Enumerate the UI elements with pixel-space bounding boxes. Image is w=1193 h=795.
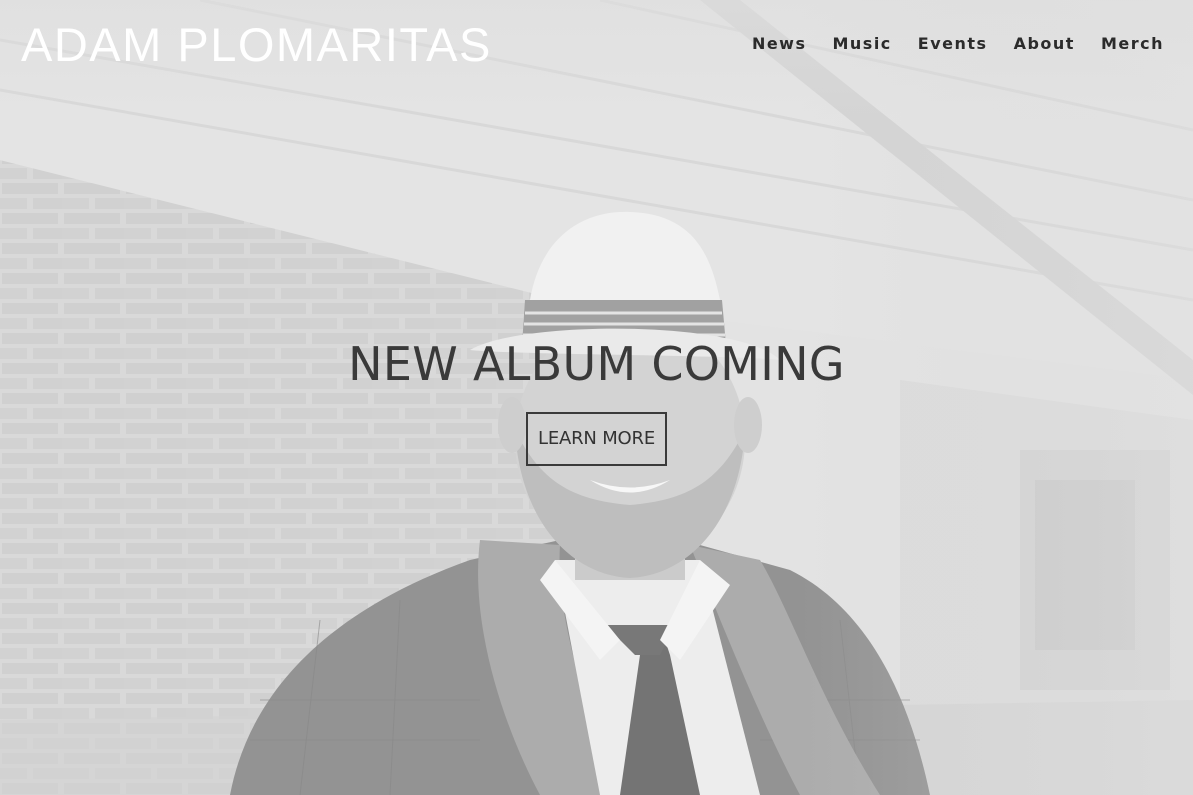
nav-item-about[interactable]: About <box>1014 33 1075 55</box>
nav-item-music[interactable]: Music <box>832 33 891 55</box>
nav-item-merch[interactable]: Merch <box>1101 33 1164 55</box>
hero-headline: NEW ALBUM COMING <box>348 337 845 391</box>
nav-item-events[interactable]: Events <box>918 33 988 55</box>
nav-item-news[interactable]: News <box>752 33 807 55</box>
learn-more-button[interactable]: LEARN MORE <box>526 412 667 466</box>
main-nav: News Music Events About Merch <box>726 33 1164 55</box>
site-title[interactable]: ADAM PLOMARITAS <box>21 18 492 72</box>
hero-content: NEW ALBUM COMING LEARN MORE <box>0 336 1193 466</box>
